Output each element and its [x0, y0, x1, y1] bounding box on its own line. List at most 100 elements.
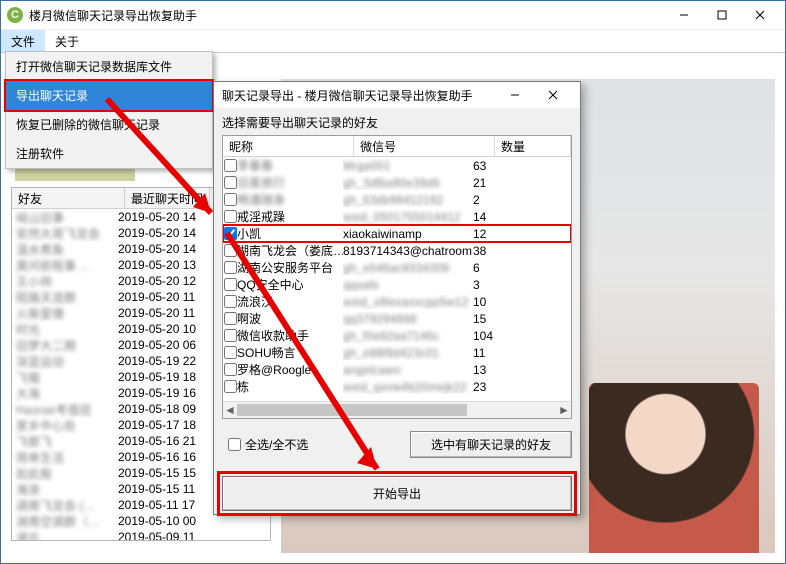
list-row[interactable]: 湖南飞龙会（娄底…8193714343@chatroom38	[223, 242, 571, 259]
friend-name: 时光	[12, 321, 116, 338]
row-nickname: 微信收款助手	[237, 327, 343, 344]
close-button[interactable]	[741, 4, 779, 26]
col-nickname[interactable]: 昵称	[223, 136, 354, 156]
row-checkbox[interactable]	[224, 244, 237, 257]
row-checkbox[interactable]	[224, 227, 237, 240]
row-count: 63	[473, 159, 523, 173]
maximize-button[interactable]	[703, 4, 741, 26]
menu-file[interactable]: 文件	[1, 30, 45, 52]
list-row[interactable]: SOHU畅言gh_e88f9d423c0111	[223, 344, 571, 361]
scroll-right-icon[interactable]: ►	[557, 402, 571, 418]
list-row[interactable]: 罗格@Roogleangelcawn13	[223, 361, 571, 378]
list-row[interactable]: 小凯xiaokaiwinamp12	[223, 225, 571, 242]
dialog-minimize-button[interactable]	[496, 84, 534, 106]
file-menu-dropdown: 打开微信聊天记录数据库文件 导出聊天记录 恢复已删除的微信聊天记录 注册软件	[5, 51, 213, 169]
friend-name: 湖南空调群（…	[12, 513, 116, 530]
horizontal-scrollbar[interactable]: ◄ ►	[223, 401, 571, 418]
dialog-instruction: 选择需要导出聊天记录的好友	[222, 114, 572, 131]
col-friend[interactable]: 好友	[12, 188, 125, 208]
row-nickname: 李春春	[237, 157, 343, 174]
row-checkbox[interactable]	[224, 261, 237, 274]
friend-listview: 昵称 微信号 数量 李春春Mrga00163旧喜旅行gh_3dfba90e39d…	[222, 135, 572, 419]
minimize-button[interactable]	[665, 4, 703, 26]
row-count: 2	[473, 193, 523, 207]
row-count: 13	[473, 363, 523, 377]
friend-name: 王小帅	[12, 273, 116, 290]
list-row[interactable]: 微信收款助手gh_f0a92aa7146c104	[223, 327, 571, 344]
main-window: C 楼月微信聊天记录导出恢复助手 文件 关于 打开微信聊天记录数据库文件 导出聊…	[0, 0, 786, 564]
row-checkbox[interactable]	[224, 329, 237, 342]
menu-open-db[interactable]: 打开微信聊天记录数据库文件	[6, 52, 212, 81]
row-checkbox[interactable]	[224, 210, 237, 223]
select-all-label: 全选/全不选	[245, 436, 308, 453]
friend-time: 2019-05-09 11	[116, 530, 258, 541]
row-wechat-id: Mrga001	[343, 159, 473, 173]
list-row[interactable]: 戒淫戒躁wxid_050175501441214	[223, 208, 571, 225]
friend-row[interactable]: 湖北2019-05-09 11	[12, 529, 270, 541]
start-export-button[interactable]: 开始导出	[222, 476, 572, 511]
friend-name: 调南飞龙会 (…	[12, 497, 116, 514]
list-row[interactable]: QQ安全中心qqsafe3	[223, 276, 571, 293]
menu-about[interactable]: 关于	[45, 30, 89, 52]
list-row[interactable]: 李春春Mrga00163	[223, 157, 571, 174]
row-checkbox[interactable]	[224, 346, 237, 359]
friend-name: Haorae考值班	[12, 401, 116, 418]
col-count[interactable]: 数量	[495, 136, 571, 156]
friend-name: 飞猫	[12, 369, 116, 386]
friend-name: 岐山旧事	[12, 209, 116, 226]
row-nickname: QQ安全中心	[237, 276, 343, 293]
friend-name: 飞歌飞	[12, 433, 116, 450]
list-row[interactable]: 畅通随身gh_63db984121922	[223, 191, 571, 208]
row-wechat-id: gh_3dfba90e39d6	[343, 176, 473, 190]
menubar: 文件 关于	[1, 30, 785, 53]
row-wechat-id: wxid_0501755014412	[343, 210, 473, 224]
row-count: 3	[473, 278, 523, 292]
friend-name: 旧梦大二期	[12, 337, 116, 354]
select-all-checkbox[interactable]: 全选/全不选	[228, 436, 308, 453]
list-row[interactable]: 流浪汉wxid_x9lexaxxcpp5w1210	[223, 293, 571, 310]
row-count: 11	[473, 346, 523, 360]
row-checkbox[interactable]	[224, 380, 237, 393]
row-checkbox[interactable]	[224, 295, 237, 308]
row-checkbox[interactable]	[224, 193, 237, 206]
scroll-thumb[interactable]	[237, 404, 467, 416]
row-count: 12	[473, 227, 523, 241]
row-count: 10	[473, 295, 523, 309]
row-wechat-id: angelcawn	[343, 363, 473, 377]
select-has-chat-button[interactable]: 选中有聊天记录的好友	[410, 431, 572, 458]
friend-name: 简单生活	[12, 449, 116, 466]
listview-rows[interactable]: 李春春Mrga00163旧喜旅行gh_3dfba90e39d621畅通随身gh_…	[223, 157, 571, 401]
titlebar: C 楼月微信聊天记录导出恢复助手	[1, 1, 785, 30]
row-wechat-id: wxid_x9lexaxxcpp5w12	[343, 295, 473, 309]
row-checkbox[interactable]	[224, 363, 237, 376]
dialog-title: 聊天记录导出 - 楼月微信聊天记录导出恢复助手	[222, 87, 473, 104]
friend-name: 莫问前程事 …	[12, 257, 116, 274]
list-row[interactable]: 啊波qq37929486815	[223, 310, 571, 327]
menu-register[interactable]: 注册软件	[6, 139, 212, 168]
list-row[interactable]: 栋wxid_qxvw4b20mejk2223	[223, 378, 571, 395]
list-row[interactable]: 旧喜旅行gh_3dfba90e39d621	[223, 174, 571, 191]
scroll-left-icon[interactable]: ◄	[223, 402, 237, 418]
row-wechat-id: qqsafe	[343, 278, 473, 292]
friend-name: 温水煮鱼	[12, 241, 116, 258]
friend-name: 湖北	[12, 529, 116, 542]
friend-name: 陌路天涯群	[12, 289, 116, 306]
friend-name: 深蓝运动	[12, 353, 116, 370]
list-row[interactable]: 湖南公安服务平台gh_e546ac93343096	[223, 259, 571, 276]
row-checkbox[interactable]	[224, 159, 237, 172]
row-checkbox[interactable]	[224, 278, 237, 291]
col-last-time[interactable]: 最近聊天时间	[125, 188, 210, 208]
select-all-input[interactable]	[228, 438, 241, 451]
row-wechat-id: gh_e546ac9334309	[343, 261, 473, 275]
row-checkbox[interactable]	[224, 176, 237, 189]
row-wechat-id: gh_f0a92aa7146c	[343, 329, 473, 343]
friend-name: 火柴爱情	[12, 305, 116, 322]
row-checkbox[interactable]	[224, 312, 237, 325]
col-wechat-id[interactable]: 微信号	[354, 136, 495, 156]
row-count: 6	[473, 261, 523, 275]
menu-export-chat[interactable]: 导出聊天记录	[4, 79, 214, 112]
dialog-close-button[interactable]	[534, 84, 572, 106]
app-icon: C	[7, 7, 23, 23]
menu-recover-deleted[interactable]: 恢复已删除的微信聊天记录	[6, 110, 212, 139]
row-count: 21	[473, 176, 523, 190]
